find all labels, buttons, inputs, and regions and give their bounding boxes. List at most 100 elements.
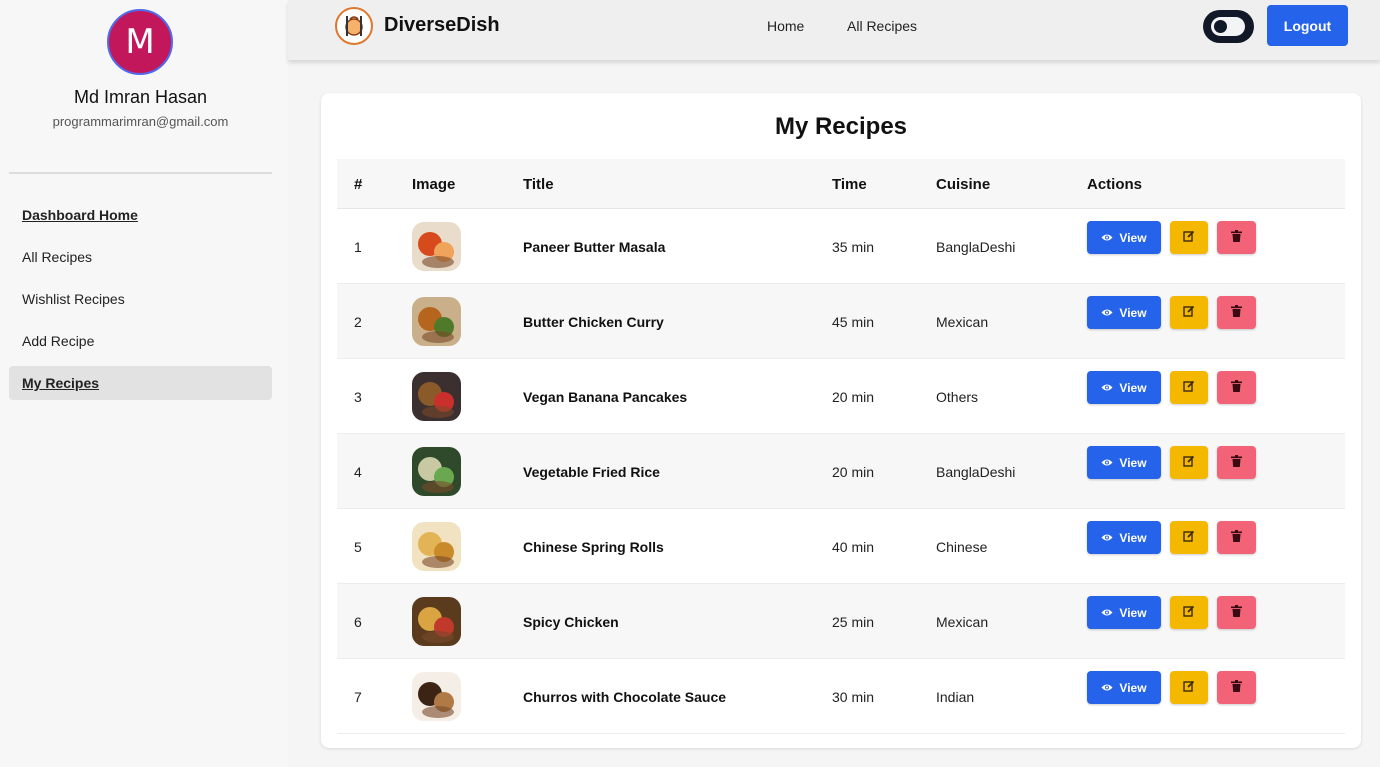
table-row: 4 Vegetable Fried Rice 20 min BanglaDesh… [337, 434, 1345, 509]
toggle-track [1211, 17, 1245, 36]
recipe-cuisine: Others [936, 388, 979, 405]
view-button-label: View [1119, 230, 1147, 245]
avatar[interactable]: M [107, 9, 173, 75]
sidebar-item-my-recipes[interactable]: My Recipes [9, 366, 272, 400]
recipe-cuisine: Indian [936, 688, 975, 705]
trash-icon [1231, 229, 1242, 247]
view-button-label: View [1119, 455, 1147, 470]
recipe-title: Paneer Butter Masala [523, 238, 666, 255]
eye-icon [1101, 681, 1113, 695]
eye-icon [1101, 531, 1113, 545]
brand-name[interactable]: DiverseDish [384, 14, 500, 37]
recipe-cuisine: BanglaDeshi [936, 238, 1016, 255]
recipe-image [412, 297, 461, 346]
edit-button[interactable] [1170, 596, 1208, 629]
sidebar-item-dashboard-home[interactable]: Dashboard Home [9, 198, 272, 232]
recipe-time: 20 min [832, 388, 875, 405]
nav-link-all-recipes[interactable]: All Recipes [847, 18, 917, 34]
recipe-title: Chinese Spring Rolls [523, 538, 664, 555]
row-number: 3 [354, 388, 362, 405]
trash-icon [1231, 379, 1242, 397]
view-button-label: View [1119, 530, 1147, 545]
recipe-title: Spicy Chicken [523, 613, 619, 630]
delete-button[interactable] [1217, 521, 1256, 554]
edit-icon [1183, 529, 1195, 547]
row-number: 4 [354, 463, 362, 480]
recipe-title: Churros with Chocolate Sauce [523, 688, 727, 705]
recipe-image [412, 597, 461, 646]
table-row: 6 Spicy Chicken 25 min Mexican View [337, 584, 1345, 659]
row-number: 5 [354, 538, 362, 555]
delete-button[interactable] [1217, 221, 1256, 254]
edit-icon [1183, 454, 1195, 472]
edit-icon [1183, 229, 1195, 247]
view-button-label: View [1119, 605, 1147, 620]
toggle-thumb [1214, 20, 1227, 33]
page-title: My Recipes [774, 113, 908, 140]
view-button[interactable]: View [1087, 671, 1161, 704]
delete-button[interactable] [1217, 596, 1256, 629]
trash-icon [1231, 454, 1242, 472]
table-header: # Image Title Time Cuisine Actions [337, 159, 1345, 209]
recipe-cuisine: Chinese [936, 538, 988, 555]
edit-button[interactable] [1170, 296, 1208, 329]
view-button[interactable]: View [1087, 596, 1161, 629]
brand-logo-icon[interactable] [335, 7, 373, 45]
eye-icon [1101, 456, 1113, 470]
recipe-image [412, 522, 461, 571]
delete-button[interactable] [1217, 371, 1256, 404]
recipes-table: # Image Title Time Cuisine Actions 1 Pan… [337, 159, 1345, 734]
delete-button[interactable] [1217, 296, 1256, 329]
column-header-title: Title [523, 175, 554, 193]
recipe-time: 35 min [832, 238, 875, 255]
user-name: Md Imran Hasan [73, 87, 208, 107]
sidebar-item-add-recipe[interactable]: Add Recipe [9, 324, 272, 358]
edit-button[interactable] [1170, 521, 1208, 554]
delete-button[interactable] [1217, 446, 1256, 479]
view-button-label: View [1119, 680, 1147, 695]
recipe-time: 30 min [832, 688, 875, 705]
edit-icon [1183, 304, 1195, 322]
sidebar: M Md Imran Hasan programmarimran@gmail.c… [0, 0, 288, 767]
eye-icon [1101, 606, 1113, 620]
column-header-number: # [354, 175, 363, 193]
recipe-title: Vegan Banana Pancakes [523, 388, 688, 405]
table-row: 1 Paneer Butter Masala 35 min BanglaDesh… [337, 209, 1345, 284]
recipe-time: 40 min [832, 538, 875, 555]
recipe-title: Vegetable Fried Rice [523, 463, 660, 480]
view-button-label: View [1119, 380, 1147, 395]
trash-icon [1231, 304, 1242, 322]
recipe-image [412, 222, 461, 271]
my-recipes-card: My Recipes # Image Title Time Cuisine Ac… [321, 93, 1361, 748]
edit-icon [1183, 679, 1195, 697]
theme-toggle[interactable] [1203, 10, 1254, 43]
view-button[interactable]: View [1087, 446, 1161, 479]
recipe-image [412, 672, 461, 721]
recipe-cuisine: Mexican [936, 613, 989, 630]
recipe-image [412, 447, 461, 496]
nav-link-home[interactable]: Home [767, 18, 804, 34]
column-header-cuisine: Cuisine [936, 175, 991, 193]
edit-button[interactable] [1170, 221, 1208, 254]
view-button[interactable]: View [1087, 521, 1161, 554]
edit-button[interactable] [1170, 446, 1208, 479]
view-button[interactable]: View [1087, 221, 1161, 254]
edit-button[interactable] [1170, 671, 1208, 704]
row-number: 7 [354, 688, 362, 705]
top-navbar: DiverseDish Home All Recipes Logout [288, 0, 1380, 60]
sidebar-item-wishlist-recipes[interactable]: Wishlist Recipes [9, 282, 272, 316]
sidebar-item-all-recipes[interactable]: All Recipes [9, 240, 272, 274]
trash-icon [1231, 604, 1242, 622]
recipe-cuisine: BanglaDeshi [936, 463, 1016, 480]
column-header-time: Time [832, 175, 867, 193]
logout-button[interactable]: Logout [1267, 5, 1348, 46]
edit-button[interactable] [1170, 371, 1208, 404]
edit-icon [1183, 379, 1195, 397]
column-header-actions: Actions [1087, 175, 1143, 193]
view-button[interactable]: View [1087, 296, 1161, 329]
view-button[interactable]: View [1087, 371, 1161, 404]
trash-icon [1231, 529, 1242, 547]
table-row: 2 Butter Chicken Curry 45 min Mexican Vi… [337, 284, 1345, 359]
recipe-time: 20 min [832, 463, 875, 480]
delete-button[interactable] [1217, 671, 1256, 704]
